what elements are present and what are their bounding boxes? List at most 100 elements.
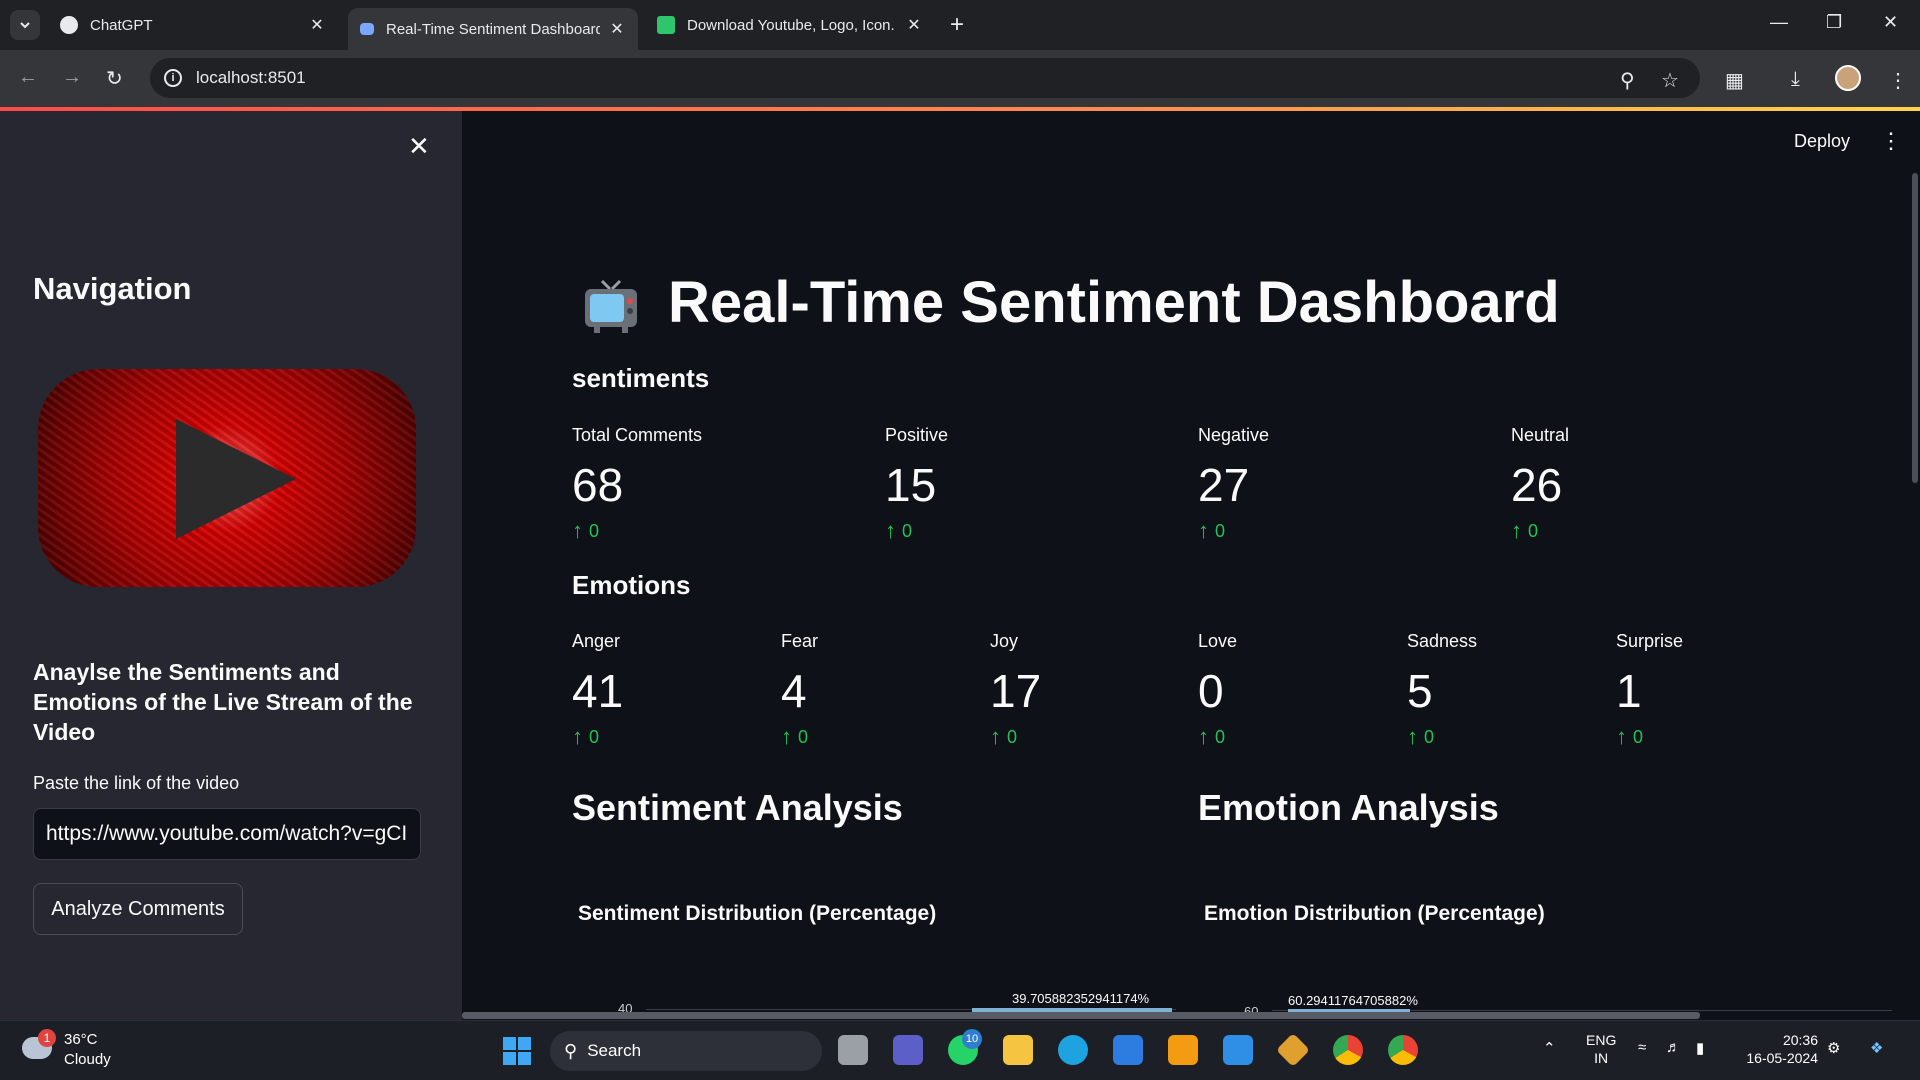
emotion-chart-bar-label: 60.29411764705882%: [1288, 993, 1418, 1008]
forward-icon[interactable]: →: [62, 66, 82, 89]
site-info-icon[interactable]: i: [164, 69, 182, 87]
emotion-chart-title: Emotion Distribution (Percentage): [1204, 902, 1545, 925]
focus-assist-icon[interactable]: ⚙: [1827, 1039, 1840, 1057]
new-tab-button[interactable]: +: [950, 12, 964, 38]
copilot-icon[interactable]: ❖: [1870, 1039, 1883, 1057]
close-tab-icon[interactable]: ✕: [905, 15, 923, 35]
git-icon[interactable]: [1276, 1033, 1310, 1067]
window-close-icon[interactable]: ✕: [1883, 12, 1898, 33]
metric-value: 4: [781, 665, 807, 717]
arrow-up-icon: ↑: [572, 518, 583, 543]
metric-value: 0: [1198, 665, 1224, 717]
browser-menu-icon[interactable]: ⋮: [1888, 68, 1908, 93]
sidebar: ✕ Navigation Anaylse the Sentiments and …: [0, 111, 462, 1020]
extensions-icon[interactable]: ▦: [1725, 68, 1744, 93]
tab-pixabay[interactable]: Download Youtube, Logo, Icon. ✕: [645, 8, 935, 42]
chrome-icon[interactable]: [1333, 1035, 1363, 1065]
metric-delta: ↑ 0: [572, 724, 600, 749]
system-clock[interactable]: 20:36 16-05-2024: [1738, 1031, 1818, 1067]
search-icon: ⚲: [564, 1040, 578, 1061]
main-content: Deploy ⋮ Real-Time Sentiment Dashboard s…: [462, 111, 1920, 1020]
close-tab-icon[interactable]: ✕: [608, 19, 626, 39]
close-sidebar-icon[interactable]: ✕: [408, 131, 430, 162]
metric-value: 27: [1198, 459, 1250, 511]
browser-tab-bar: ChatGPT ✕ Real-Time Sentiment Dashboard …: [0, 0, 1920, 50]
search-label: Search: [587, 1041, 642, 1060]
bookmark-star-icon[interactable]: ☆: [1661, 68, 1679, 93]
wifi-icon[interactable]: ≈: [1638, 1039, 1646, 1056]
main-menu-icon[interactable]: ⋮: [1880, 128, 1902, 154]
metric-label: Total Comments: [572, 425, 703, 445]
sentiment-chart-bar-label: 39.705882352941174%: [1012, 991, 1150, 1006]
metric-label: Neutral: [1511, 425, 1570, 445]
arrow-up-icon: ↑: [1198, 518, 1209, 543]
file-explorer-icon[interactable]: [1003, 1035, 1033, 1065]
minimize-icon[interactable]: —: [1770, 12, 1788, 33]
television-icon: [585, 279, 637, 333]
metric-delta: ↑ 0: [1198, 724, 1226, 749]
sidebar-heading: Navigation: [33, 271, 192, 306]
metric-neutral: Neutral 26 ↑ 0: [1511, 425, 1569, 544]
download-icon[interactable]: ⤓: [1791, 68, 1800, 91]
edge-icon[interactable]: [1058, 1035, 1088, 1065]
taskbar-search[interactable]: ⚲ Search: [550, 1031, 822, 1071]
metric-label: Sadness: [1407, 631, 1478, 651]
arrow-up-icon: ↑: [1407, 724, 1418, 749]
tab-dashboard[interactable]: Real-Time Sentiment Dashboard ✕: [348, 8, 638, 50]
weather-condition[interactable]: Cloudy: [64, 1051, 111, 1068]
vscode-icon[interactable]: [1223, 1035, 1253, 1065]
chevron-down-icon: [20, 22, 30, 29]
reload-icon[interactable]: ↻: [106, 66, 123, 91]
vertical-scrollbar[interactable]: [1912, 173, 1918, 483]
sentiment-chart-title: Sentiment Distribution (Percentage): [578, 902, 937, 925]
show-hidden-icons[interactable]: ⌃: [1543, 1039, 1556, 1057]
profile-avatar[interactable]: [1835, 65, 1861, 91]
metric-value: 1: [1616, 665, 1642, 717]
metric-negative: Negative 27 ↑ 0: [1198, 425, 1269, 544]
deploy-button[interactable]: Deploy: [1794, 131, 1850, 152]
metric-label: Positive: [885, 425, 949, 445]
arrow-up-icon: ↑: [1198, 724, 1209, 749]
analyze-comments-button[interactable]: Analyze Comments: [33, 883, 243, 935]
horizontal-scrollbar[interactable]: [462, 1012, 1700, 1019]
chrome-profile-icon[interactable]: [1388, 1035, 1418, 1065]
metric-delta: ↑ 0: [781, 724, 809, 749]
arrow-up-icon: ↑: [1616, 724, 1627, 749]
video-link-input[interactable]: https://www.youtube.com/watch?v=gCI: [33, 808, 421, 860]
tab-title: ChatGPT: [90, 16, 153, 34]
browser-toolbar: ← → ↻ i localhost:8501 ⚲ ☆ ▦ ⤓ ⋮: [0, 50, 1920, 107]
metric-delta: ↑ 0: [1616, 724, 1644, 749]
arrow-up-icon: ↑: [572, 724, 583, 749]
play-icon: [176, 419, 296, 539]
weather-temperature[interactable]: 36°C: [64, 1031, 98, 1048]
arrow-up-icon: ↑: [885, 518, 896, 543]
metric-value: 41: [572, 665, 624, 717]
metric-sadness: Sadness 5 ↑ 0: [1407, 631, 1477, 750]
metric-label: Negative: [1198, 425, 1270, 445]
chatgpt-icon: [60, 16, 78, 34]
metric-value: 17: [990, 665, 1042, 717]
page-title: Real-Time Sentiment Dashboard: [668, 270, 1560, 335]
metric-label: Anger: [572, 631, 621, 651]
restore-icon[interactable]: ❐: [1826, 12, 1842, 33]
tab-chatgpt[interactable]: ChatGPT ✕: [48, 8, 338, 42]
task-view-icon[interactable]: [838, 1035, 868, 1065]
language-indicator[interactable]: ENG IN: [1586, 1031, 1616, 1067]
emotion-analysis-heading: Emotion Analysis: [1198, 787, 1499, 828]
metric-value: 26: [1511, 459, 1563, 511]
close-tab-icon[interactable]: ✕: [308, 15, 326, 35]
metric-joy: Joy 17 ↑ 0: [990, 631, 1041, 750]
sublime-text-icon[interactable]: [1168, 1035, 1198, 1065]
volume-icon[interactable]: ♬: [1666, 1039, 1681, 1056]
metric-label: Surprise: [1616, 631, 1684, 651]
back-icon[interactable]: ←: [18, 66, 38, 89]
address-bar[interactable]: i localhost:8501: [150, 58, 1700, 98]
teams-icon[interactable]: [893, 1035, 923, 1065]
windows-start-icon[interactable]: [503, 1037, 531, 1065]
sidebar-description: Anaylse the Sentiments and Emotions of t…: [33, 659, 413, 745]
store-icon[interactable]: [1113, 1035, 1143, 1065]
battery-icon[interactable]: ▮: [1696, 1039, 1704, 1057]
zoom-icon[interactable]: ⚲: [1620, 68, 1635, 93]
emotions-heading: Emotions: [572, 570, 691, 600]
tab-search-button[interactable]: [10, 10, 40, 40]
